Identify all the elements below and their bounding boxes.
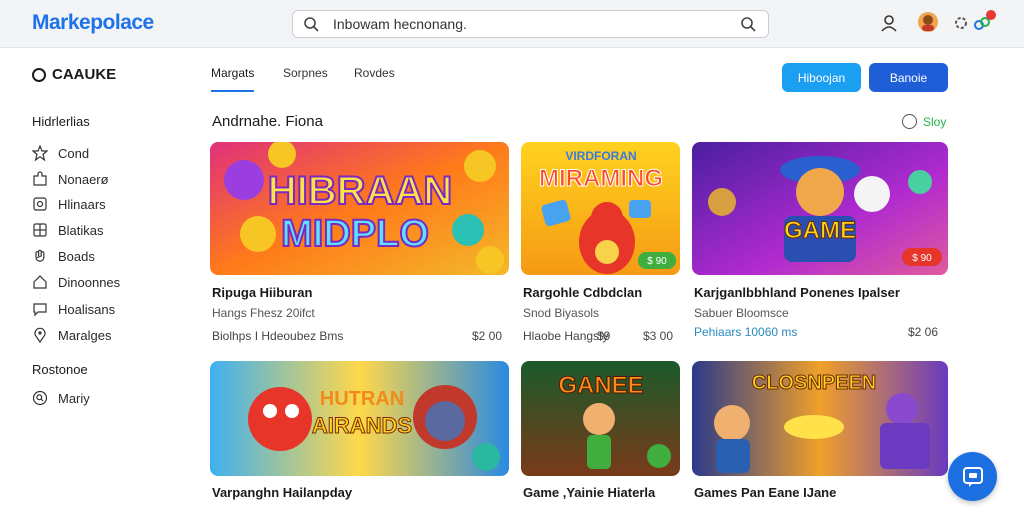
- thumb-title: VIRDFORAN: [565, 149, 636, 163]
- card-thumbnail[interactable]: GANEE: [521, 361, 680, 476]
- thumb-badge: $ 90: [912, 253, 932, 264]
- chat-bubble-icon: [962, 466, 983, 487]
- card-title[interactable]: Games Pan Eane IJane: [694, 485, 836, 500]
- card-title[interactable]: Varpanghn Hailanpday: [212, 485, 352, 500]
- image-icon: [33, 197, 47, 211]
- sidebar-item-label: Mariy: [58, 390, 90, 406]
- sidebar-item-label: Blatikas: [58, 222, 104, 238]
- sidebar-item-label: Dinoonnes: [58, 274, 121, 290]
- card-title[interactable]: Game ,Yainie Hiaterla: [523, 485, 655, 500]
- thumb-title: HUTRAN: [320, 388, 404, 410]
- tab-rovdes[interactable]: Rovdes: [354, 66, 395, 80]
- card-title[interactable]: Ripuga Hiiburan: [212, 285, 312, 300]
- sidebar: CAAUKE Hidrlerlias Cond Nonaerø Hlinaars…: [0, 48, 190, 512]
- sidebar-item-5[interactable]: Boads: [32, 246, 95, 266]
- hand-icon: [35, 249, 45, 262]
- tab-sorpnes[interactable]: Sorpnes: [283, 66, 328, 80]
- chat-icon: [33, 303, 47, 317]
- thumb-title: CLOSNPEEN: [752, 372, 876, 394]
- search-icon: [304, 17, 319, 32]
- card-thumbnail[interactable]: GAME $ 90: [692, 142, 948, 275]
- sidebar-item-9[interactable]: Mariy: [32, 388, 90, 408]
- card-title[interactable]: Karjganlbbhland Ponenes Ipalser: [694, 285, 900, 300]
- card-title[interactable]: Rargohle Cdbdclan: [523, 285, 642, 300]
- sidebar-item-label: Cond: [58, 145, 90, 161]
- card-thumbnail[interactable]: CLOSNPEEN: [692, 361, 948, 476]
- card-price: $3 00: [643, 329, 674, 343]
- sidebar-item-1[interactable]: Cond: [32, 143, 89, 163]
- search-submit-icon[interactable]: [740, 16, 756, 32]
- thumb-badge: $ 90: [647, 256, 667, 267]
- card-price-secondary: $9: [597, 329, 611, 343]
- tab-margats[interactable]: Margats: [211, 66, 255, 92]
- card-price: $2 00: [472, 329, 503, 343]
- card-thumbnail[interactable]: HUTRAN AIRANDS: [210, 361, 509, 476]
- game-card[interactable]: HIBRAAN MIDPLO Ripuga Hiiburan Hangs Fhe…: [210, 142, 509, 347]
- avatar[interactable]: [917, 11, 939, 33]
- search-circle-icon: [32, 390, 48, 406]
- star-icon: [32, 145, 48, 161]
- sidebar-section-title-2: Rostonoe: [32, 362, 88, 377]
- grid-icon: [33, 223, 47, 237]
- sidebar-brand[interactable]: CAAUKE: [32, 66, 116, 83]
- game-card[interactable]: GANEE Game ,Yainie Hiaterla: [521, 361, 680, 512]
- sidebar-item-label: Hoalisans: [58, 301, 116, 317]
- see-all-label: Sloy: [923, 114, 947, 129]
- sidebar-item-label: Boads: [58, 248, 95, 264]
- sidebar-item-8[interactable]: Maralges: [32, 325, 111, 345]
- game-card[interactable]: CLOSNPEEN Games Pan Eane IJane: [692, 361, 948, 512]
- brand-label: CAAUKE: [52, 66, 117, 83]
- brand-icon: [32, 67, 46, 82]
- thumb-title: MIRAMING: [539, 165, 663, 192]
- card-meta: Hlaobe Hangsfy: [523, 329, 609, 343]
- game-card[interactable]: GAME $ 90 Karjganlbbhland Ponenes Ipalse…: [692, 142, 948, 347]
- search-input[interactable]: [333, 15, 713, 33]
- home-icon: [33, 275, 47, 289]
- card-thumbnail[interactable]: VIRDFORAN MIRAMING $ 90: [521, 142, 680, 275]
- card-price: $2 06: [908, 325, 939, 339]
- sidebar-item-label: Nonaerø: [58, 171, 109, 187]
- secondary-button[interactable]: Banoie: [869, 63, 948, 92]
- thumb-title: GANEE: [558, 372, 643, 399]
- search-bar[interactable]: [292, 10, 769, 38]
- notification-badge: [986, 10, 996, 20]
- help-fab-button[interactable]: [948, 452, 997, 501]
- card-subtitle: Sabuer Bloomsce: [694, 306, 789, 320]
- section-heading: Andrnahe. Fiona: [212, 113, 323, 130]
- game-card[interactable]: HUTRAN AIRANDS Varpanghn Hailanpday: [210, 361, 509, 512]
- sidebar-item-2[interactable]: Nonaerø: [32, 169, 109, 189]
- thumb-title: MIDPLO: [281, 213, 429, 255]
- sidebar-item-6[interactable]: Dinoonnes: [32, 272, 120, 292]
- settings-icon[interactable]: [951, 13, 971, 33]
- thumb-title: AIRANDS: [312, 413, 412, 438]
- card-thumbnail[interactable]: HIBRAAN MIDPLO: [210, 142, 509, 275]
- puzzle-icon: [33, 171, 47, 186]
- card-subtitle: Hangs Fhesz 20ifct: [212, 306, 315, 320]
- card-subtitle: Snod Biyasols: [523, 306, 600, 320]
- sidebar-item-label: Maralges: [58, 327, 112, 343]
- sidebar-item-7[interactable]: Hoalisans: [32, 299, 115, 319]
- card-meta: Pehiaars 10060 ms: [694, 325, 798, 339]
- thumb-title: GAME: [784, 217, 856, 244]
- sidebar-item-label: Hlinaars: [58, 196, 106, 212]
- app-logo[interactable]: Markepolace: [32, 11, 154, 35]
- see-all-link[interactable]: Sloy: [902, 114, 946, 129]
- pin-icon: [34, 327, 46, 343]
- sidebar-item-3[interactable]: Hlinaars: [32, 194, 106, 214]
- primary-button[interactable]: Hiboojan: [782, 63, 861, 92]
- sidebar-section-title: Hidrlerlias: [32, 114, 90, 129]
- card-meta: Biolhps I Hdeoubez Bms: [212, 329, 344, 343]
- user-icon[interactable]: [879, 13, 899, 33]
- top-bar: Markepolace: [0, 0, 1024, 48]
- thumb-title: HIBRAAN: [268, 169, 452, 213]
- sidebar-item-4[interactable]: Blatikas: [32, 220, 104, 240]
- game-card[interactable]: VIRDFORAN MIRAMING $ 90 Rargohle Cdbdcla…: [521, 142, 680, 347]
- circle-icon: [902, 114, 917, 129]
